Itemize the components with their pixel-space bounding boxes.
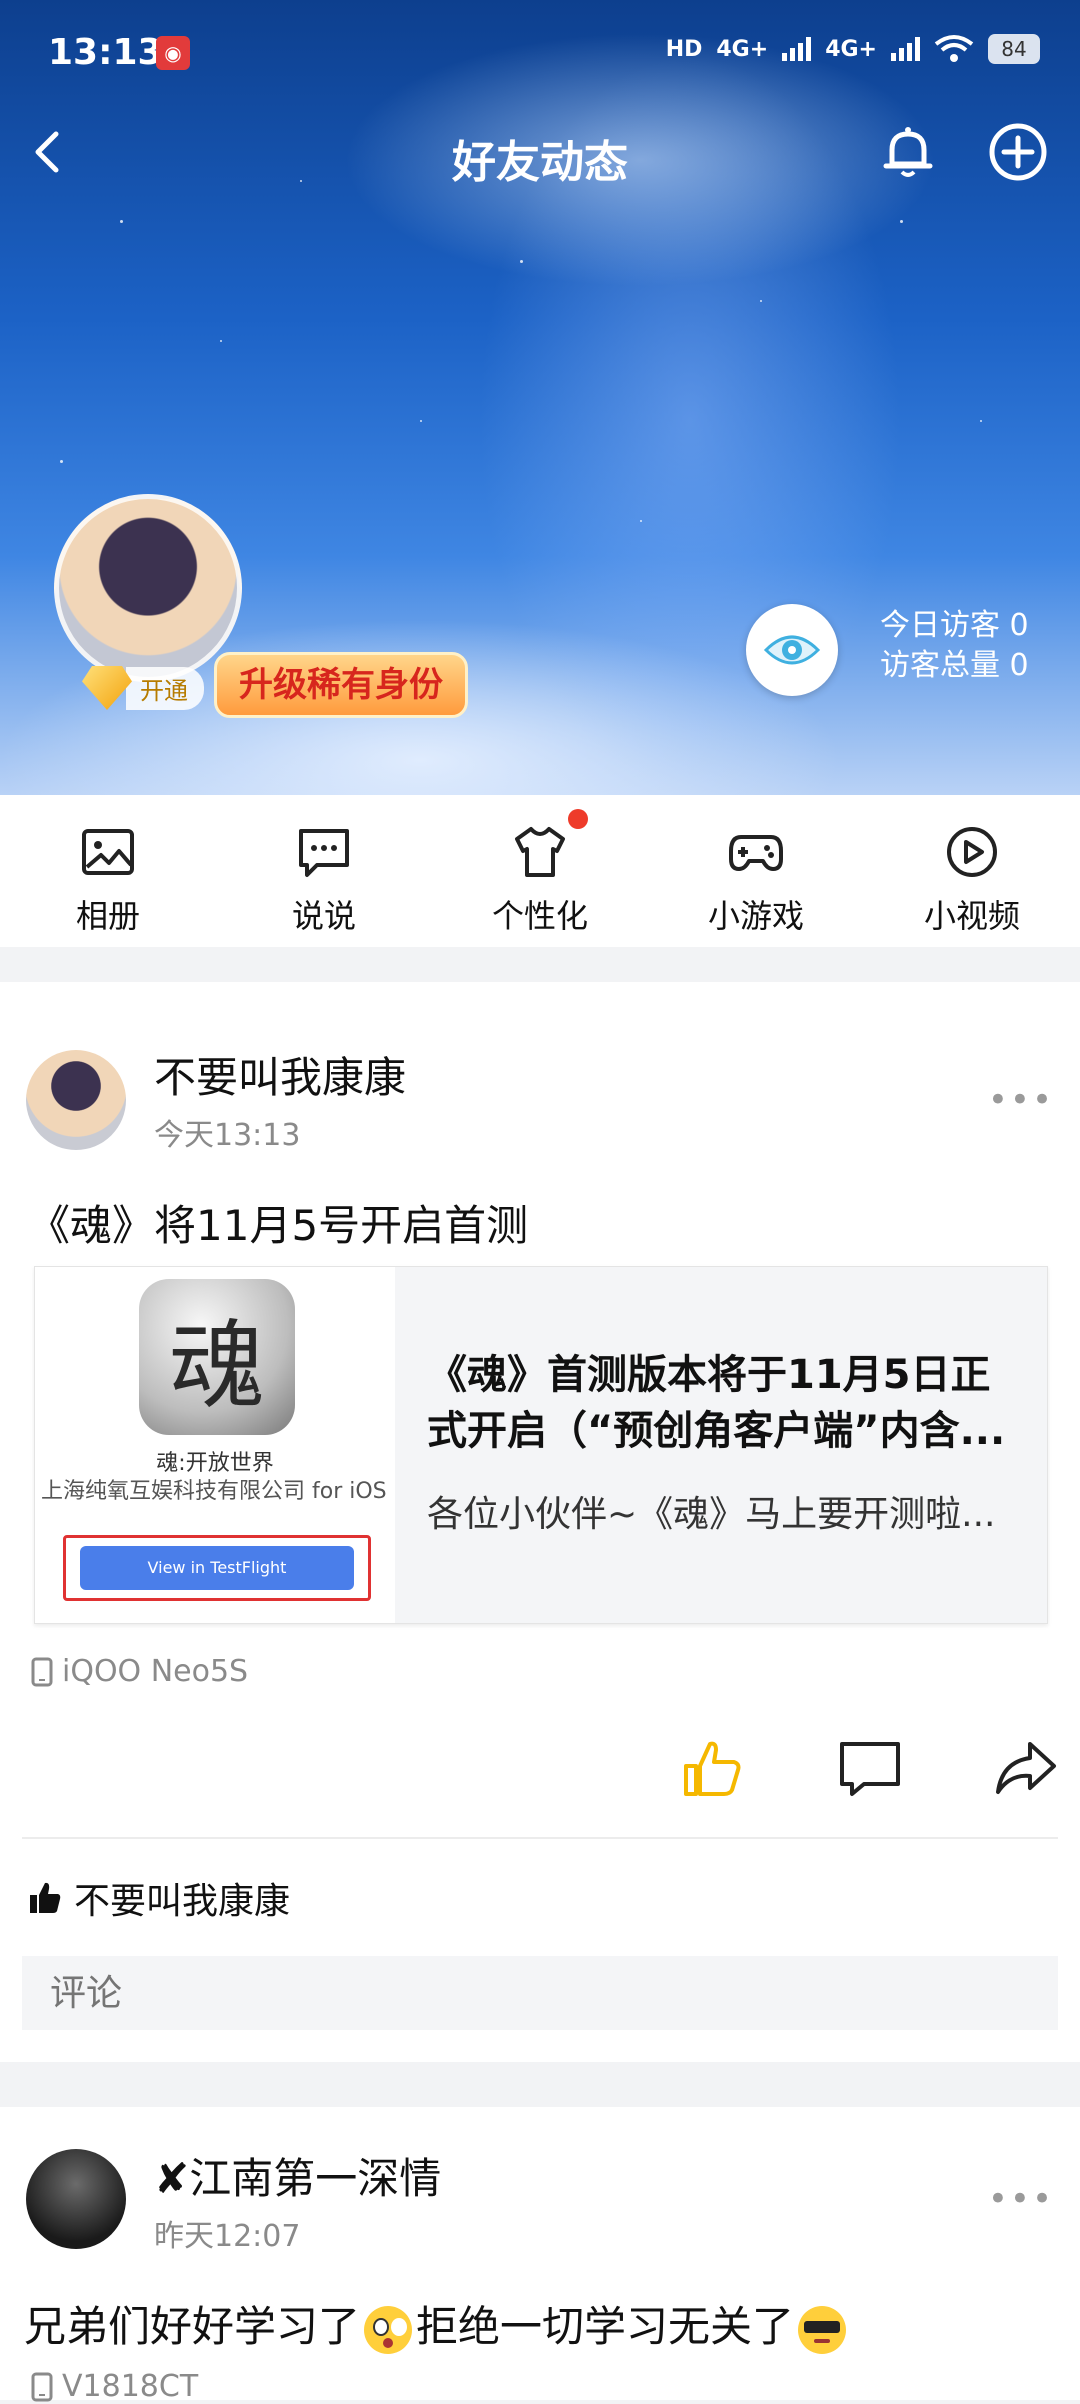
device-info: iQOO Neo5S bbox=[30, 1654, 248, 1689]
card-subtitle: 各位小伙伴~《魂》马上要开测啦... bbox=[427, 1494, 996, 1535]
feed-post: ✘江南第一深情 昨天12:07 ••• 兄弟们好好学习了 拒绝一切学习无关了 V1… bbox=[0, 2107, 1080, 2404]
signal-icon bbox=[782, 37, 812, 61]
liked-by-name: 不要叫我康康 bbox=[74, 1881, 291, 1922]
divider bbox=[22, 1837, 1058, 1839]
phone-icon bbox=[31, 2372, 53, 2401]
diamond-icon bbox=[82, 666, 132, 710]
post-text: 《魂》将11月5号开启首测 bbox=[28, 1201, 529, 1250]
nav-bar: 好友动态 bbox=[0, 108, 1080, 196]
tshirt-icon bbox=[515, 827, 565, 877]
comment-input[interactable] bbox=[22, 1956, 1058, 2030]
more-icon[interactable]: ••• bbox=[988, 1080, 1054, 1120]
device-name: V1818CT bbox=[62, 2369, 199, 2404]
post-time: 今天13:13 bbox=[154, 1118, 301, 1153]
profile-avatar[interactable] bbox=[54, 494, 242, 682]
wifi-icon bbox=[934, 35, 974, 62]
network-4g-label-2: 4G+ bbox=[825, 36, 877, 62]
card-thumbnail: 魂 魂:开放世界 上海纯氧互娱科技有限公司 for iOS View in Te… bbox=[35, 1267, 395, 1623]
tab-label: 相册 bbox=[75, 897, 140, 935]
visitors-total: 访客总量 0 bbox=[880, 648, 1029, 683]
chat-icon bbox=[299, 829, 349, 877]
card-title: 《魂》首测版本将于11月5日正式开启（“预创角客户端”内含... bbox=[427, 1352, 1006, 1454]
device-name: iQOO Neo5S bbox=[62, 1654, 249, 1689]
tab-label: 小游戏 bbox=[707, 897, 804, 935]
photo-icon bbox=[82, 829, 134, 875]
new-badge-dot bbox=[568, 809, 588, 829]
status-bar: 13:13 ◉ HD 4G+ 4G+ 84 bbox=[0, 0, 1080, 108]
post-text: 兄弟们好好学习了 拒绝一切学习无关了 bbox=[24, 2293, 850, 2354]
gamepad-icon bbox=[729, 835, 783, 871]
post-actions bbox=[0, 1732, 1080, 1812]
testflight-highlight: View in TestFlight bbox=[63, 1535, 371, 1601]
device-info: V1818CT bbox=[30, 2369, 198, 2404]
cover-banner[interactable]: 13:13 ◉ HD 4G+ 4G+ 84 好友动态 开通 升级稀有身份 今日访… bbox=[0, 0, 1080, 795]
tab-label: 说说 bbox=[291, 897, 356, 935]
post-text-part: 兄弟们好好学习了 bbox=[24, 2302, 361, 2351]
tab-shortvideo[interactable]: 小视频 bbox=[864, 795, 1080, 947]
shared-link-card[interactable]: 魂 魂:开放世界 上海纯氧互娱科技有限公司 for iOS View in Te… bbox=[34, 1266, 1048, 1624]
more-icon[interactable]: ••• bbox=[988, 2179, 1054, 2219]
signal-icon-2 bbox=[891, 37, 920, 61]
author-avatar[interactable] bbox=[26, 2149, 126, 2249]
comment-icon[interactable] bbox=[834, 1732, 906, 1804]
tab-album[interactable]: 相册 bbox=[0, 795, 216, 947]
tab-minigames[interactable]: 小游戏 bbox=[648, 795, 864, 947]
add-icon[interactable] bbox=[986, 120, 1050, 184]
thumbs-up-icon bbox=[30, 1882, 61, 1913]
tab-shuoshuo[interactable]: 说说 bbox=[216, 795, 432, 947]
sunglasses-emoji-icon bbox=[798, 2305, 847, 2354]
author-name[interactable]: 不要叫我康康 bbox=[154, 1044, 406, 1105]
network-4g-label: 4G+ bbox=[716, 36, 769, 62]
tab-label: 个性化 bbox=[491, 897, 588, 935]
liked-by-row[interactable]: 不要叫我康康 bbox=[28, 1872, 290, 1924]
visitor-stats[interactable]: 今日访客 0 访客总量 0 bbox=[880, 606, 1029, 686]
upgrade-identity-button[interactable]: 升级稀有身份 bbox=[214, 652, 468, 718]
shocked-emoji-icon bbox=[364, 2305, 413, 2354]
hd-icon: HD bbox=[665, 36, 703, 62]
vip-open-button[interactable]: 开通 bbox=[82, 664, 204, 712]
vip-open-label: 开通 bbox=[126, 666, 204, 710]
author-avatar[interactable] bbox=[26, 1050, 126, 1150]
view-in-testflight-button: View in TestFlight bbox=[80, 1546, 354, 1590]
game-app-icon: 魂 bbox=[139, 1279, 295, 1435]
tab-personalize[interactable]: 个性化 bbox=[432, 795, 648, 947]
status-icons: HD 4G+ 4G+ 84 bbox=[666, 34, 1040, 64]
eye-icon bbox=[763, 635, 821, 665]
play-icon bbox=[947, 827, 997, 877]
status-time: 13:13 bbox=[48, 32, 163, 73]
post-text-part: 拒绝一切学习无关了 bbox=[416, 2302, 795, 2351]
feature-tabs: 相册 说说 个性化 小游戏 小视频 bbox=[0, 795, 1080, 947]
game-developer: 上海纯氧互娱科技有限公司 for iOS bbox=[41, 1479, 387, 1504]
phone-icon bbox=[31, 1657, 53, 1686]
notification-app-icon: ◉ bbox=[156, 36, 190, 70]
visitors-today: 今日访客 0 bbox=[880, 608, 1029, 643]
battery-icon: 84 bbox=[988, 34, 1040, 64]
feed-post: 不要叫我康康 今天13:13 ••• 《魂》将11月5号开启首测 魂 魂:开放世… bbox=[0, 982, 1080, 2062]
post-time: 昨天12:07 bbox=[154, 2219, 301, 2254]
tab-label: 小视频 bbox=[923, 897, 1020, 935]
visitor-eye-button[interactable] bbox=[746, 604, 838, 696]
like-icon[interactable] bbox=[676, 1732, 748, 1804]
author-name[interactable]: ✘江南第一深情 bbox=[154, 2145, 441, 2206]
share-icon[interactable] bbox=[990, 1732, 1062, 1804]
bell-icon[interactable] bbox=[876, 120, 940, 184]
